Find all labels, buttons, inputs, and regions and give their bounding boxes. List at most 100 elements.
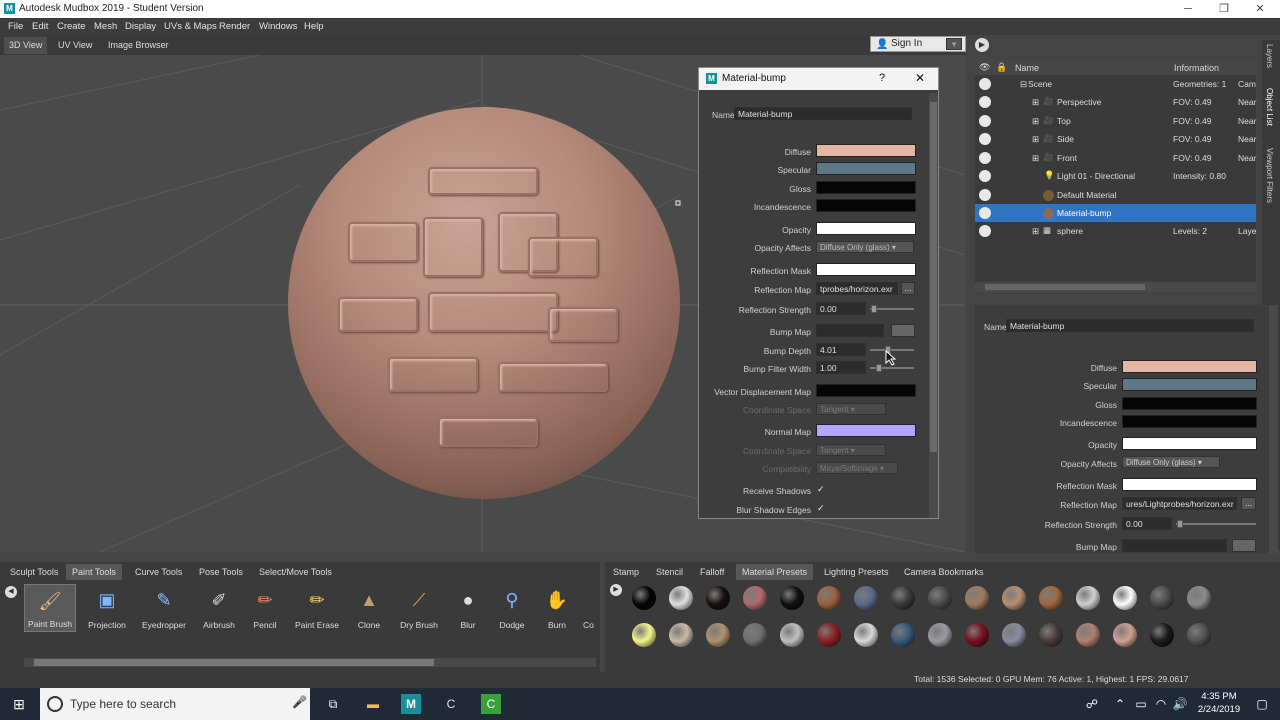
list-item-side[interactable]: ⊞ 🎥 Side FOV: 0.49 Near [975, 130, 1256, 148]
tray-chevron-icon[interactable]: ⌃ [1110, 694, 1130, 714]
pencil-tool[interactable]: ✏ Pencil [239, 584, 291, 632]
expand-icon[interactable]: ⊞ [1032, 153, 1039, 164]
material-preset-2-12[interactable] [1039, 623, 1063, 647]
bump-depth-field[interactable]: 4.01 [816, 343, 866, 356]
material-preset-1-11[interactable] [1002, 586, 1026, 610]
tab-lighting-presets[interactable]: Lighting Presets [818, 564, 895, 580]
expand-icon[interactable]: ⊞ [1032, 97, 1039, 108]
material-preset-2-8[interactable] [891, 623, 915, 647]
props-reflection-strength-handle[interactable] [1177, 520, 1183, 528]
props-reflection-map-browse-button[interactable]: ... [1241, 497, 1256, 510]
visibility-icon[interactable] [979, 152, 991, 164]
network-icon[interactable]: ▭ [1131, 694, 1151, 714]
wifi-icon[interactable]: ◠ [1151, 694, 1171, 714]
props-name-field[interactable]: Material-bump [1006, 319, 1254, 332]
dialog-scrollbar-thumb[interactable] [930, 102, 937, 452]
material-preset-1-1[interactable] [632, 586, 656, 610]
tab-pose-tools[interactable]: Pose Tools [193, 564, 249, 580]
material-preset-1-7[interactable] [854, 586, 878, 610]
incandescence-swatch[interactable] [816, 199, 916, 212]
collapse-icon[interactable]: ⊟ [1020, 79, 1027, 90]
menu-create[interactable]: Create [57, 21, 86, 32]
menu-edit[interactable]: Edit [32, 21, 48, 32]
menu-render[interactable]: Render [219, 21, 250, 32]
taskbar-search-box[interactable]: Type here to search 🎤 [40, 688, 310, 720]
visibility-icon[interactable] [979, 189, 991, 201]
file-explorer-icon[interactable]: ▬ [363, 694, 383, 714]
mudbox-taskbar-icon[interactable]: M [401, 694, 421, 714]
material-preset-2-5[interactable] [780, 623, 804, 647]
opacity-affects-dropdown[interactable]: Diffuse Only (glass) ▾ [816, 241, 914, 253]
material-preset-1-4[interactable] [743, 586, 767, 610]
gloss-swatch[interactable] [816, 181, 916, 194]
task-view-icon[interactable]: ⧉ [323, 694, 343, 714]
material-preset-1-15[interactable] [1150, 586, 1174, 610]
shelf-scrollbar-thumb[interactable] [34, 659, 434, 666]
material-preset-2-10[interactable] [965, 623, 989, 647]
close-window-icon[interactable]: ✕ [1242, 0, 1278, 18]
visibility-icon[interactable] [979, 78, 991, 90]
information-column-header[interactable]: Information [1174, 63, 1219, 73]
app-c-icon[interactable]: C [441, 694, 461, 714]
maximize-icon[interactable]: ❐ [1206, 0, 1242, 18]
menu-display[interactable]: Display [125, 21, 156, 32]
sign-in-button[interactable]: 👤 Sign In ▼ [870, 36, 966, 52]
taskbar-clock[interactable]: 4:35 PM 2/24/2019 [1196, 690, 1242, 716]
material-preset-2-3[interactable] [706, 623, 730, 647]
scrollbar-thumb[interactable] [985, 284, 1145, 290]
props-reflection-strength-slider[interactable] [1176, 523, 1256, 525]
material-preset-2-11[interactable] [1002, 623, 1026, 647]
props-scrollbar[interactable] [1269, 305, 1278, 553]
menu-windows[interactable]: Windows [259, 21, 298, 32]
material-preset-2-16[interactable] [1187, 623, 1211, 647]
material-preset-2-6[interactable] [817, 623, 841, 647]
bump-filter-width-handle[interactable] [876, 364, 882, 372]
color-tool[interactable]: Co [575, 584, 597, 632]
list-item-sphere[interactable]: ⊞ ▦ sphere Levels: 2 Laye [975, 222, 1256, 240]
opacity-swatch[interactable] [816, 222, 916, 235]
menu-help[interactable]: Help [304, 21, 324, 32]
microphone-icon[interactable]: 🎤 [292, 695, 307, 709]
props-specular-swatch[interactable] [1122, 378, 1257, 391]
panel-expand-arrow-icon[interactable]: ▶ [975, 38, 989, 52]
paint-erase-tool[interactable]: ✏ Paint Erase [291, 584, 343, 632]
projection-tool[interactable]: ▣ Projection [81, 584, 133, 632]
sculpted-sphere[interactable] [288, 107, 680, 499]
material-preset-1-12[interactable] [1039, 586, 1063, 610]
receive-shadows-checkbox[interactable]: ✓ [817, 484, 827, 494]
material-preset-2-14[interactable] [1113, 623, 1137, 647]
tab-image-browser[interactable]: Image Browser [103, 37, 174, 54]
tab-select-move-tools[interactable]: Select/Move Tools [253, 564, 338, 580]
list-item-top[interactable]: ⊞ 🎥 Top FOV: 0.49 Near [975, 112, 1256, 130]
horizontal-scrollbar[interactable] [975, 282, 1256, 292]
coordinate-space-dropdown[interactable]: Tangent ▾ [816, 403, 886, 415]
tab-sculpt-tools[interactable]: Sculpt Tools [4, 564, 64, 580]
people-icon[interactable]: ☍ [1082, 694, 1102, 714]
diffuse-swatch[interactable] [816, 144, 916, 157]
list-item-scene[interactable]: ⊟ Scene Geometries: 1 Cam [975, 75, 1256, 93]
menu-file[interactable]: File [8, 21, 23, 32]
app-green-c-icon[interactable]: C [481, 694, 501, 714]
tab-object-list[interactable]: Object List [1265, 88, 1274, 126]
props-gloss-swatch[interactable] [1122, 397, 1257, 410]
coordinate-space-2-dropdown[interactable]: Tangent ▾ [816, 444, 886, 456]
tab-stencil[interactable]: Stencil [650, 564, 689, 580]
material-preset-2-15[interactable] [1150, 623, 1174, 647]
bump-map-browse-button[interactable] [891, 324, 915, 337]
visibility-icon[interactable] [979, 133, 991, 145]
material-preset-1-8[interactable] [891, 586, 915, 610]
props-reflection-mask-swatch[interactable] [1122, 478, 1257, 491]
tab-viewport-filters[interactable]: Viewport Filters [1265, 148, 1274, 203]
props-diffuse-swatch[interactable] [1122, 360, 1257, 373]
menu-uvs-maps[interactable]: UVs & Maps [164, 21, 217, 32]
expand-icon[interactable]: ⊞ [1032, 134, 1039, 145]
bump-map-field[interactable] [816, 324, 884, 337]
notifications-icon[interactable]: ▢ [1252, 694, 1272, 714]
tab-3d-view[interactable]: 3D View [4, 37, 48, 54]
material-preset-2-2[interactable] [669, 623, 693, 647]
expand-icon[interactable]: ⊞ [1032, 226, 1039, 237]
shelf-scroll-left-icon[interactable]: ◀ [5, 586, 17, 598]
visibility-icon[interactable] [979, 225, 991, 237]
shelf-scrollbar[interactable] [24, 658, 596, 667]
material-preset-2-9[interactable] [928, 623, 952, 647]
